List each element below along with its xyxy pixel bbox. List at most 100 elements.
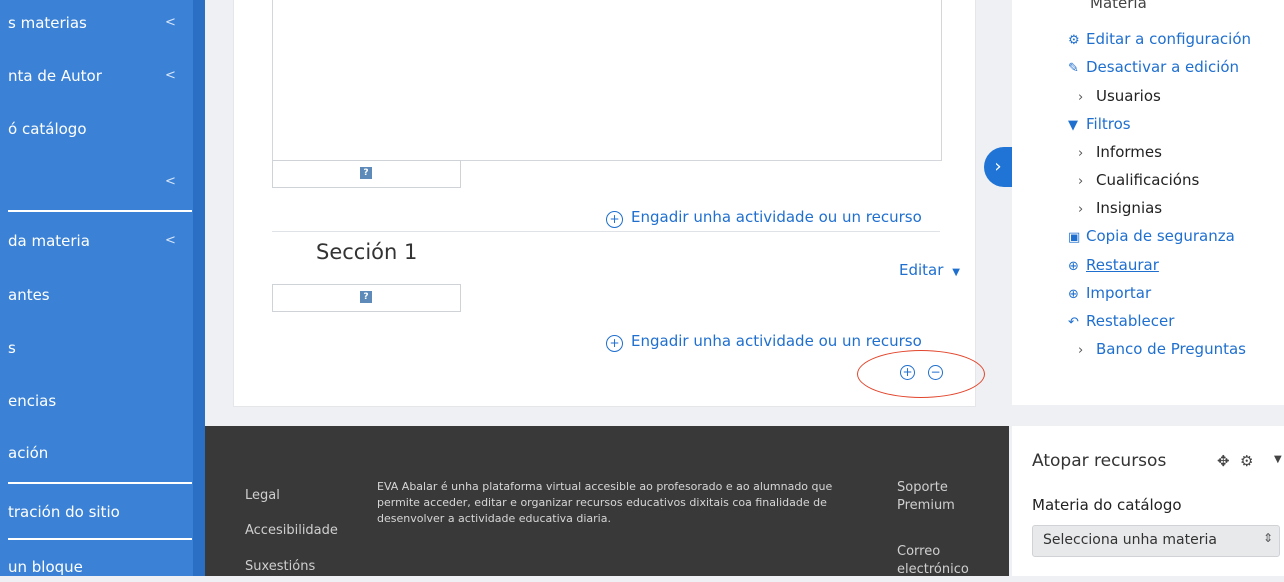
admin-item-label: Filtros	[1086, 115, 1131, 133]
sidebar-item-label: tración do sitio	[8, 503, 120, 521]
admin-item-label: Cualificacións	[1096, 171, 1200, 189]
admin-item-label: Informes	[1096, 143, 1162, 161]
admin-item-restablecer[interactable]: ↶ Restablecer	[1068, 312, 1174, 330]
admin-item-label: Restablecer	[1086, 312, 1175, 330]
footer-link-legal[interactable]: Legal	[245, 488, 280, 503]
footer-support[interactable]: Soporte Premium	[897, 479, 977, 515]
plus-circle-icon: +	[606, 335, 623, 352]
add-activity-label: Engadir unha actividade ou un recurso	[631, 208, 922, 226]
add-activity-button[interactable]: + Engadir unha actividade ou un recurso	[606, 208, 922, 228]
sidebar-item-label: nta de Autor	[8, 67, 102, 85]
admin-item-desactivar-edicion[interactable]: ✎ Desactivar a edición	[1068, 58, 1239, 76]
summary-field[interactable]: ?	[272, 284, 461, 312]
gear-icon[interactable]: ⚙	[1240, 452, 1253, 470]
footer-link-accesibilidade[interactable]: Accesibilidade	[245, 523, 338, 538]
chevron-right-icon: ›	[1078, 202, 1084, 217]
admin-item-editar-configuracion[interactable]: ⚙ Editar a configuración	[1068, 30, 1251, 48]
admin-item-label: Editar a configuración	[1086, 30, 1251, 48]
updown-icon: ⇕	[1262, 531, 1273, 545]
admin-item-copia-seguranza[interactable]: ▣ Copia de seguranza	[1068, 227, 1235, 245]
plus-circle-icon: +	[606, 211, 623, 228]
section-summary-editor[interactable]	[272, 0, 942, 161]
summary-field[interactable]: ?	[272, 160, 461, 188]
sidebar-item-cualificacions[interactable]: ación	[0, 438, 193, 468]
admin-item-label: Copia de seguranza	[1086, 227, 1235, 245]
left-sidebar: s materias < nta de Autor < ó catálogo <…	[0, 0, 193, 576]
section-divider	[272, 231, 940, 232]
sidebar-item-label: da materia	[8, 232, 90, 250]
section-title: Sección 1	[316, 240, 418, 264]
highlight-annotation	[857, 350, 985, 398]
sidebar-item-label: antes	[8, 286, 50, 304]
admin-header: Materia	[1090, 0, 1147, 12]
sidebar-item-label: s materias	[8, 14, 87, 32]
sidebar-divider	[8, 482, 192, 484]
sidebar-item-collapsed[interactable]: <	[0, 167, 193, 197]
admin-item-cualificacions[interactable]: › Cualificacións	[1078, 171, 1199, 189]
chevron-left-icon: <	[165, 15, 176, 30]
admin-item-insignias[interactable]: › Insignias	[1078, 199, 1162, 217]
admin-item-banco-preguntas[interactable]: › Banco de Preguntas	[1078, 340, 1246, 358]
select-value: Selecciona unha materia	[1043, 532, 1217, 548]
admin-item-label: Usuarios	[1096, 87, 1161, 105]
footer-link-suxestions[interactable]: Suxestións	[245, 559, 315, 574]
filter-icon: ▼	[1068, 118, 1078, 133]
chevron-right-icon: ›	[1078, 146, 1084, 161]
sidebar-divider	[8, 538, 192, 540]
caret-down-icon[interactable]: ▼	[1274, 454, 1282, 465]
sidebar-divider	[8, 210, 192, 212]
footer-description: EVA Abalar é unha plataforma virtual acc…	[377, 480, 833, 525]
admin-item-label: Restaurar	[1086, 256, 1159, 274]
chevron-left-icon: <	[165, 174, 176, 189]
sidebar-item-participantes[interactable]: antes	[0, 280, 193, 310]
find-resources-block: Atopar recursos ✥ ⚙ ▼ Materia do catálog…	[1012, 426, 1284, 576]
backup-icon: ▣	[1068, 230, 1081, 245]
pencil-icon: ✎	[1068, 61, 1079, 76]
move-icon[interactable]: ✥	[1217, 452, 1230, 470]
edit-label: Editar	[899, 261, 944, 279]
add-activity-button[interactable]: + Engadir unha actividade ou un recurso	[606, 332, 922, 352]
admin-item-usuarios[interactable]: › Usuarios	[1078, 87, 1161, 105]
edit-dropdown[interactable]: Editar ▼	[899, 261, 960, 279]
sidebar-item-s[interactable]: s	[0, 333, 193, 363]
add-activity-label: Engadir unha actividade ou un recurso	[631, 332, 922, 350]
sidebar-item-materia[interactable]: da materia <	[0, 226, 193, 256]
sidebar-item-catalogo[interactable]: ó catálogo	[0, 114, 193, 144]
block-title: Atopar recursos	[1032, 451, 1167, 471]
sidebar-edge	[193, 0, 205, 576]
admin-item-importar[interactable]: ⊕ Importar	[1068, 284, 1151, 302]
chevron-left-icon: <	[165, 68, 176, 83]
sidebar-item-label: encias	[8, 392, 57, 410]
sidebar-item-materias[interactable]: s materias <	[0, 8, 193, 38]
admin-item-label: Insignias	[1096, 199, 1163, 217]
admin-item-label: Importar	[1086, 284, 1152, 302]
catalog-select[interactable]: Selecciona unha materia ⇕	[1032, 525, 1280, 557]
gear-icon: ⚙	[1068, 33, 1080, 48]
reset-icon: ↶	[1068, 315, 1079, 330]
restore-icon: ⊕	[1068, 259, 1079, 274]
admin-item-informes[interactable]: › Informes	[1078, 143, 1162, 161]
sidebar-item-autor[interactable]: nta de Autor <	[0, 61, 193, 91]
sidebar-item-label: ó catálogo	[8, 120, 87, 138]
page-footer: Legal Accesibilidade Suxestións EVA Abal…	[205, 426, 1009, 579]
admin-item-label: Desactivar a edición	[1086, 58, 1240, 76]
chevron-left-icon: <	[165, 233, 176, 248]
caret-down-icon: ▼	[952, 267, 960, 278]
admin-item-filtros[interactable]: ▼ Filtros	[1068, 115, 1131, 133]
sidebar-item-label: s	[8, 339, 16, 357]
sidebar-item-label: un bloque	[8, 558, 83, 576]
sidebar-item-admin-sitio[interactable]: tración do sitio	[0, 497, 193, 527]
admin-item-label: Banco de Preguntas	[1096, 340, 1246, 358]
footer-email[interactable]: Correo electrónico	[897, 543, 977, 579]
chevron-right-icon: ›	[1078, 343, 1084, 358]
chevron-right-icon: ›	[1078, 174, 1084, 189]
admin-item-restaurar[interactable]: ⊕ Restaurar	[1068, 256, 1159, 274]
sidebar-item-add-block[interactable]: un bloque	[0, 552, 193, 582]
catalog-label: Materia do catálogo	[1032, 496, 1182, 514]
help-icon[interactable]: ?	[360, 167, 372, 179]
help-icon[interactable]: ?	[360, 291, 372, 303]
chevron-right-icon: ›	[994, 156, 1002, 177]
chevron-right-icon: ›	[1078, 90, 1084, 105]
sidebar-item-competencias[interactable]: encias	[0, 386, 193, 416]
sidebar-item-label: ación	[8, 444, 49, 462]
